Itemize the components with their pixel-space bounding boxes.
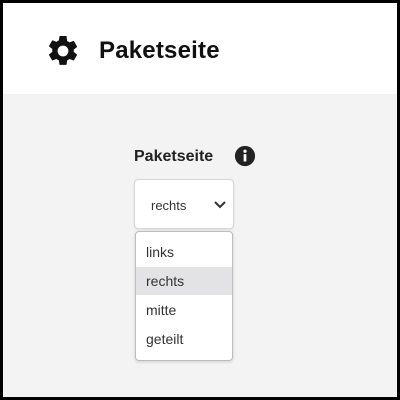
- option-links[interactable]: links: [136, 238, 232, 266]
- app-window: Paketseite Paketseite rechts links recht…: [0, 0, 400, 400]
- gear-icon: [49, 35, 78, 65]
- option-geteilt[interactable]: geteilt: [136, 325, 232, 353]
- page-header: Paketseite: [3, 3, 397, 94]
- option-mitte[interactable]: mitte: [136, 296, 232, 324]
- field-label: Paketseite: [134, 148, 214, 165]
- side-select[interactable]: rechts: [134, 179, 234, 229]
- chevron-down-icon: [214, 201, 226, 209]
- info-icon[interactable]: [234, 145, 256, 167]
- page-title: Paketseite: [99, 37, 220, 64]
- select-value: rechts: [151, 198, 187, 213]
- dropdown-menu: links rechts mitte geteilt: [135, 231, 233, 361]
- option-rechts[interactable]: rechts: [136, 267, 232, 295]
